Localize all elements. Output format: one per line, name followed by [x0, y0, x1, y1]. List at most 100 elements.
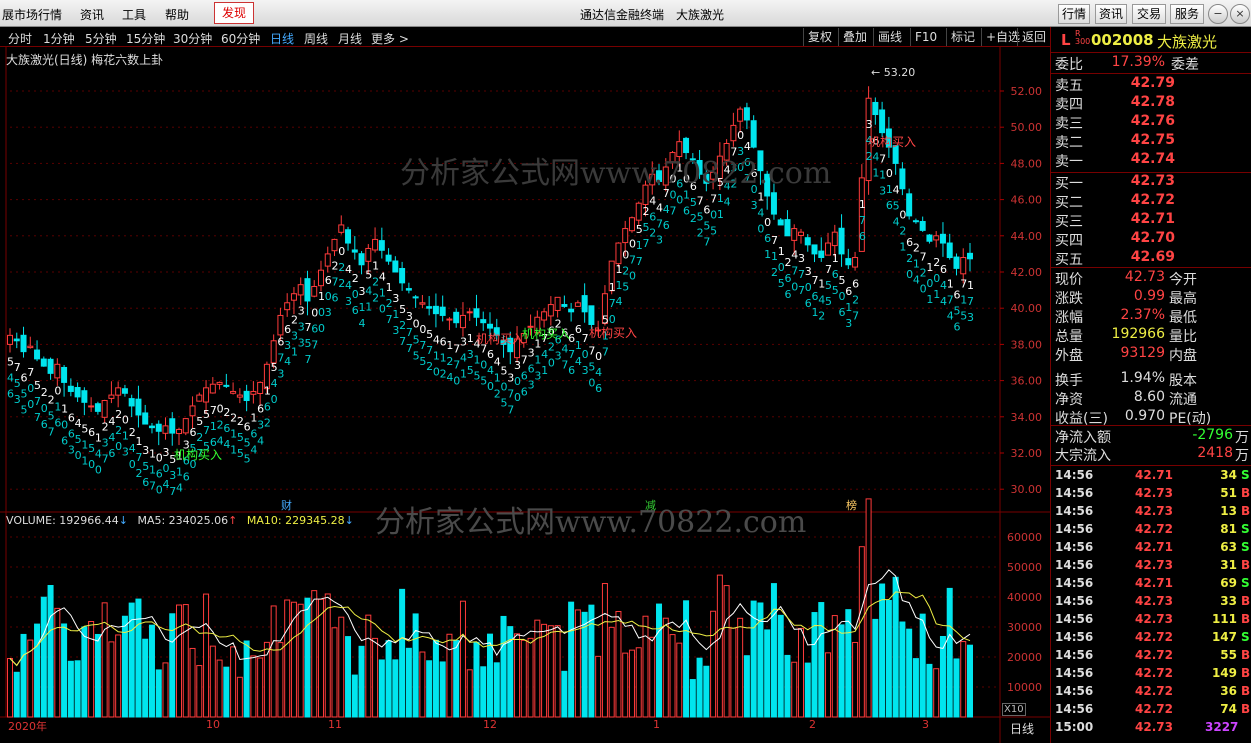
period-timeshare[interactable]: 分时 — [8, 30, 32, 47]
candle — [230, 390, 237, 394]
volume-bar — [473, 641, 480, 718]
period-1min[interactable]: 1分钟 — [43, 30, 75, 47]
period-weekly[interactable]: 周线 — [304, 30, 328, 47]
back-button[interactable]: 返回 — [1017, 28, 1050, 46]
adjust-button[interactable]: 复权 — [803, 28, 836, 46]
tick-price: 42.71 — [1135, 468, 1173, 482]
candle — [162, 425, 169, 434]
tick-price: 42.72 — [1135, 702, 1173, 716]
draw-button[interactable]: 画线 — [873, 28, 906, 46]
flow-unit: 万 — [1235, 430, 1249, 446]
candle — [236, 394, 243, 398]
period-5min[interactable]: 5分钟 — [85, 30, 117, 47]
period-more[interactable]: 更多 > — [371, 30, 409, 47]
volume-bar — [358, 645, 365, 718]
volume-bar — [297, 603, 304, 718]
menu-help[interactable]: 帮助 — [165, 6, 189, 23]
candle — [439, 306, 446, 316]
signal-label: 机构买入 — [868, 135, 917, 149]
volume-bar — [716, 574, 723, 718]
menu-discover[interactable]: 发现 — [214, 2, 254, 24]
candle — [351, 249, 358, 253]
indicator-digit: 0 — [899, 209, 906, 222]
indicator-digit: 4 — [359, 317, 366, 330]
candle — [284, 302, 291, 311]
menu-news[interactable]: 资讯 — [80, 6, 104, 23]
volume-bar — [960, 641, 967, 718]
stock-code: 002008 — [1091, 31, 1154, 49]
tick-volume: 149 — [1211, 666, 1237, 680]
period-tab[interactable]: 日线 — [1010, 720, 1034, 737]
tick-volume: 81 — [1220, 522, 1237, 536]
bid-label: 买三 — [1055, 214, 1083, 230]
candle — [831, 231, 838, 247]
candle — [270, 340, 277, 364]
volume-bar — [88, 621, 95, 718]
candle — [155, 423, 162, 432]
quote-label: 今开 — [1169, 272, 1197, 288]
minimize-icon[interactable]: − — [1208, 4, 1228, 24]
mark-button[interactable]: 标记 — [946, 28, 979, 46]
event-tag[interactable]: 财 — [281, 497, 292, 513]
indicator-digit: 5 — [710, 224, 717, 237]
volume-bar — [7, 657, 13, 718]
flow-label: 净流入额 — [1055, 430, 1111, 446]
overlay-button[interactable]: 叠加 — [838, 28, 871, 46]
news-button[interactable]: 资讯 — [1095, 4, 1127, 24]
bid-price: 42.71 — [1130, 211, 1175, 227]
candle — [797, 231, 804, 236]
tick-volume: 13 — [1220, 504, 1237, 518]
candle — [345, 229, 352, 244]
price-tick: 44.00 — [1011, 230, 1043, 243]
period-60min[interactable]: 60分钟 — [221, 30, 260, 47]
indicator-digit: 6 — [940, 263, 947, 276]
volume-bar — [135, 598, 142, 718]
quote-button[interactable]: 行情 — [1058, 4, 1090, 24]
volume-bar — [459, 600, 466, 718]
candle — [541, 311, 548, 321]
volume-bar — [20, 633, 27, 718]
date-label: 3 — [922, 718, 929, 731]
tick-side: B — [1241, 702, 1251, 716]
volume-bar — [426, 660, 433, 718]
candle — [588, 305, 595, 325]
event-tag[interactable]: 减 — [645, 497, 656, 513]
volume-bar — [94, 633, 101, 718]
candle — [61, 366, 68, 383]
trade-button[interactable]: 交易 — [1132, 4, 1166, 24]
indicator-digit: 7 — [311, 338, 318, 351]
indicator-digit: 0 — [629, 270, 636, 283]
period-monthly[interactable]: 月线 — [338, 30, 362, 47]
volume-bar — [811, 612, 818, 718]
close-icon[interactable]: × — [1230, 4, 1250, 24]
period-daily[interactable]: 日线 — [270, 30, 294, 47]
f10-button[interactable]: F10 — [910, 28, 941, 46]
volume-bar — [852, 641, 859, 718]
menu-tools[interactable]: 工具 — [122, 6, 146, 23]
stock-flag: L — [1061, 31, 1071, 49]
indicator-digit: 1 — [757, 191, 764, 204]
menu-market[interactable]: 展市场行情 — [2, 6, 62, 23]
candle — [20, 334, 27, 353]
indicator-digit: 7 — [304, 353, 311, 366]
candle — [453, 311, 460, 324]
high-marker: ← 53.20 — [871, 66, 916, 79]
price-tick: 42.00 — [1011, 266, 1043, 279]
service-button[interactable]: 服务 — [1170, 4, 1204, 24]
tick-time: 14:56 — [1055, 522, 1094, 536]
volume-bar — [236, 676, 243, 718]
candle — [135, 398, 142, 416]
volume-bar — [216, 659, 223, 718]
volume-bar — [385, 640, 392, 718]
volume-bar — [155, 669, 162, 718]
candle — [568, 308, 575, 313]
event-tag[interactable]: 榜 — [846, 497, 857, 513]
period-30min[interactable]: 30分钟 — [173, 30, 212, 47]
volume-bar — [967, 644, 973, 718]
candle — [487, 323, 493, 329]
volume-bar — [804, 662, 811, 718]
candle — [297, 284, 304, 296]
indicator-digit: 7 — [27, 366, 34, 379]
period-15min[interactable]: 15分钟 — [126, 30, 165, 47]
candle — [378, 240, 385, 251]
